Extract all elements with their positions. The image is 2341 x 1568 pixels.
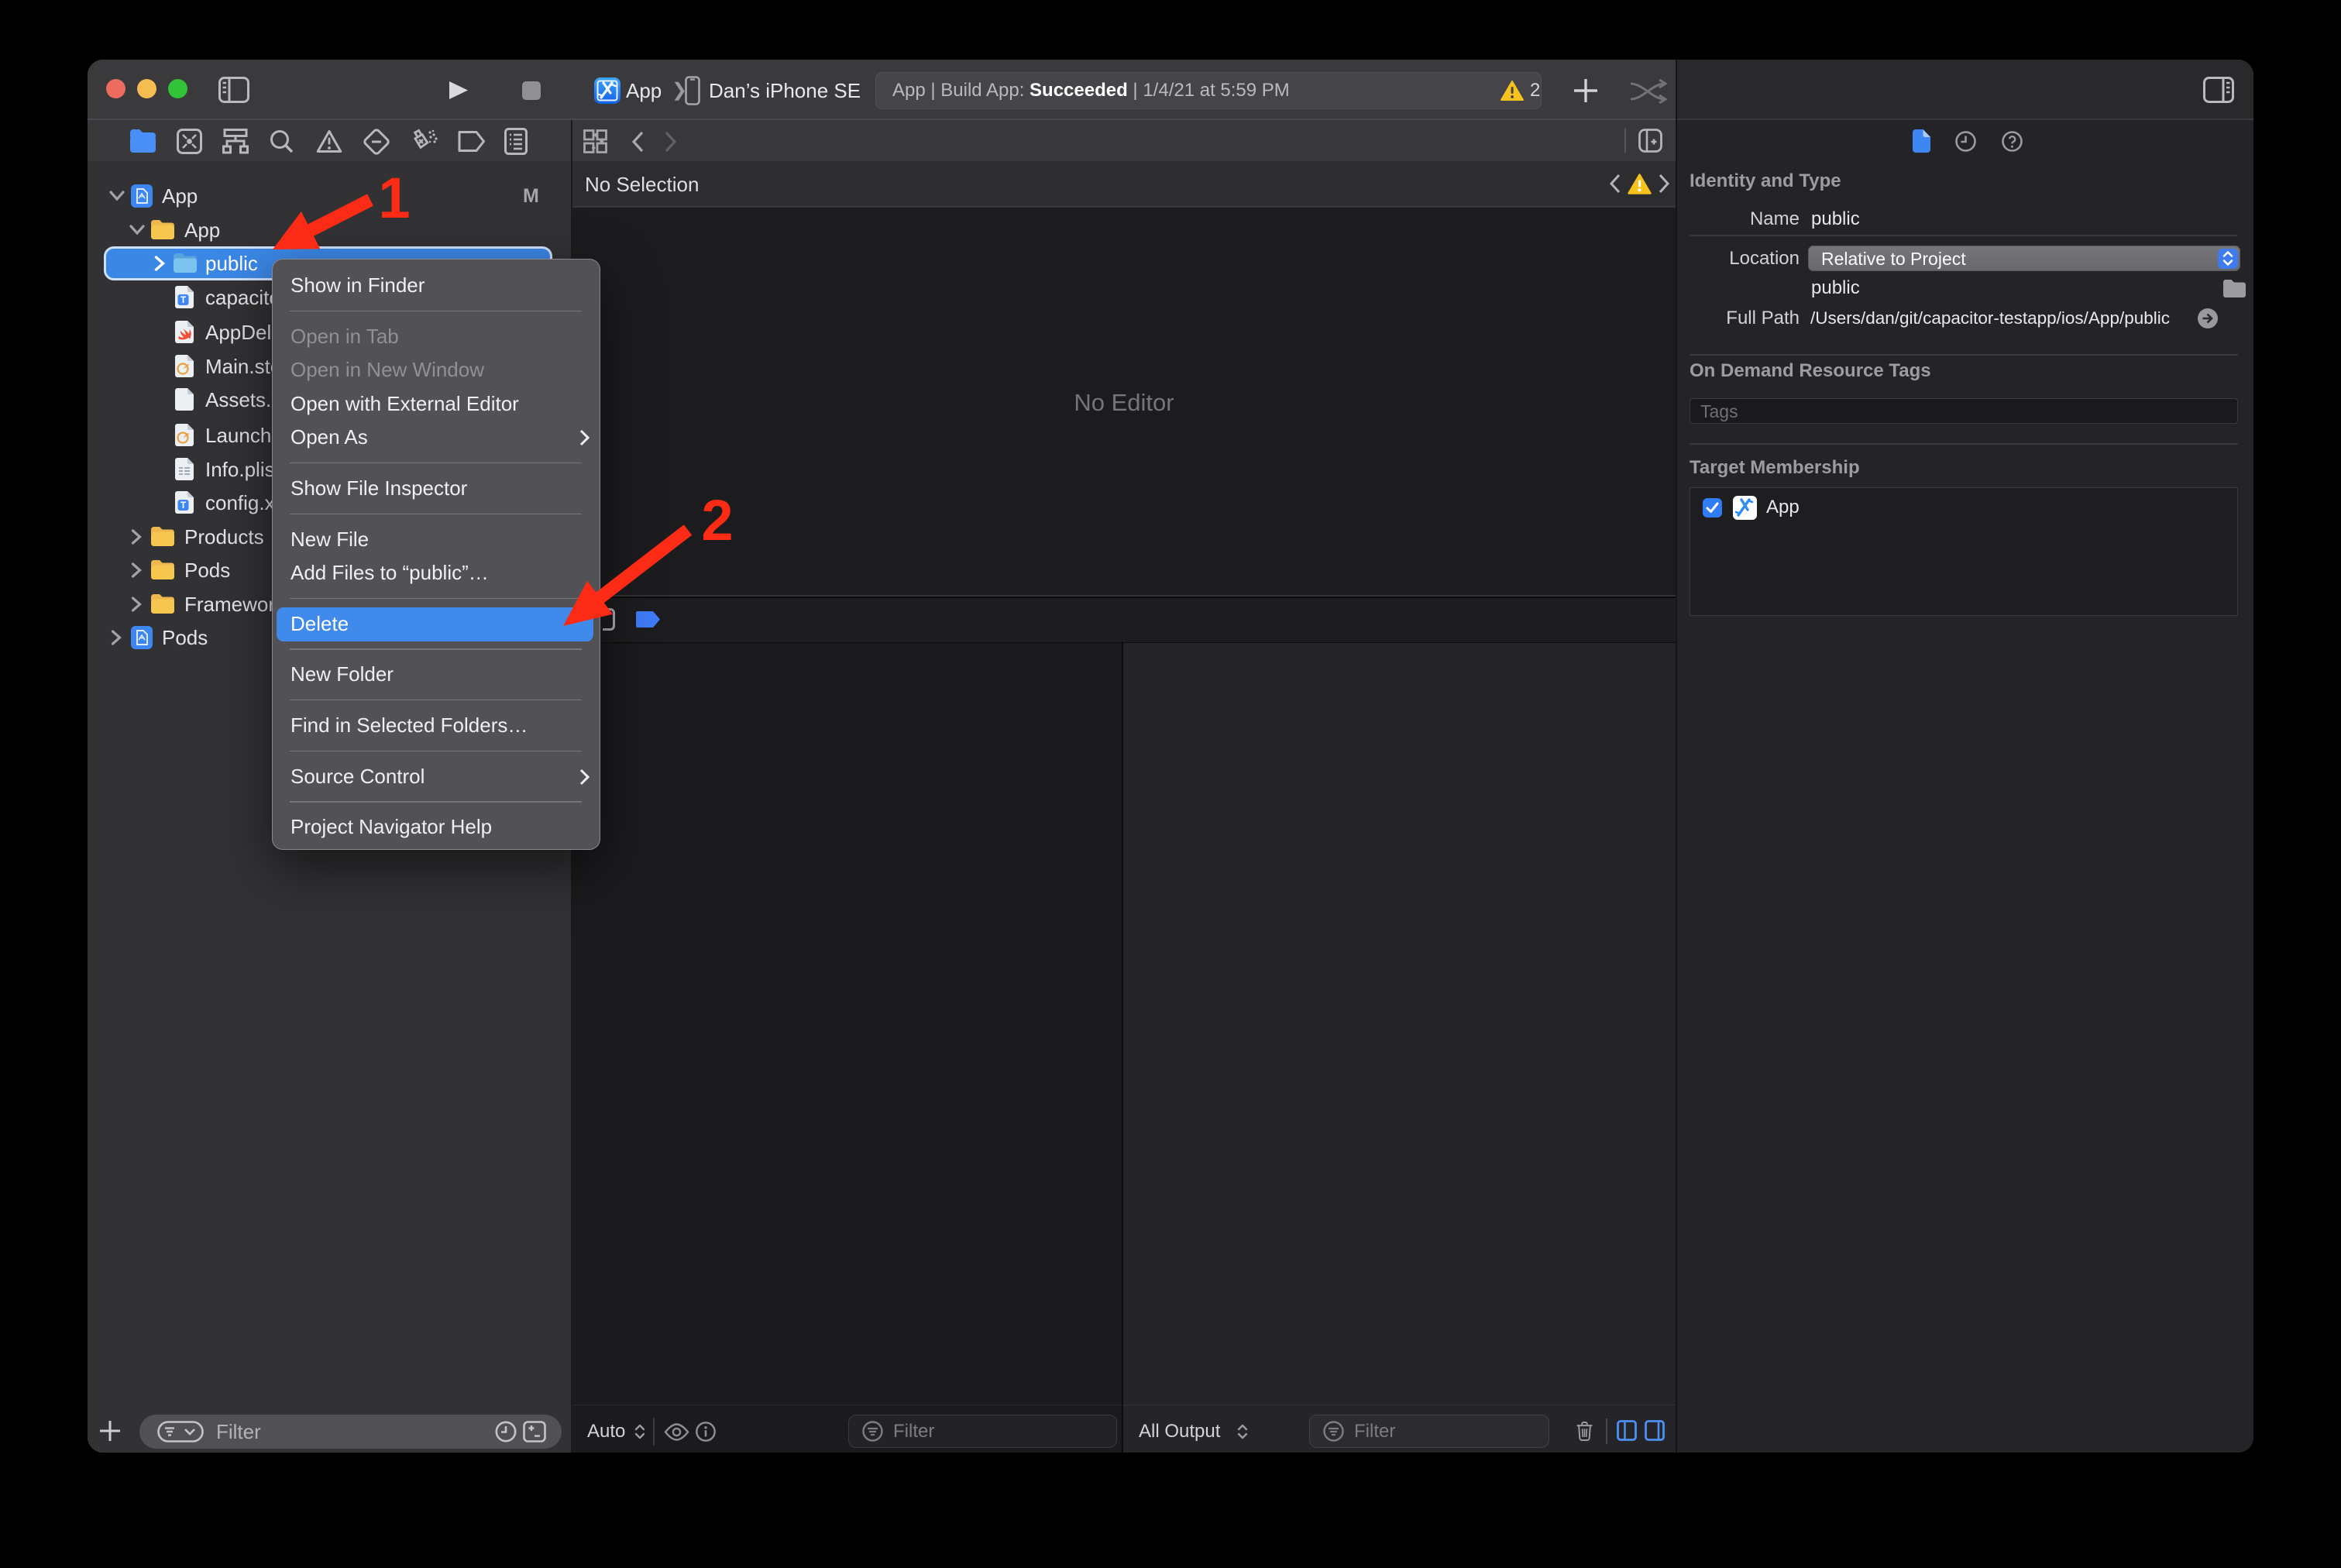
svg-text:1: 1 — [378, 166, 410, 230]
svg-text:2: 2 — [701, 488, 733, 552]
